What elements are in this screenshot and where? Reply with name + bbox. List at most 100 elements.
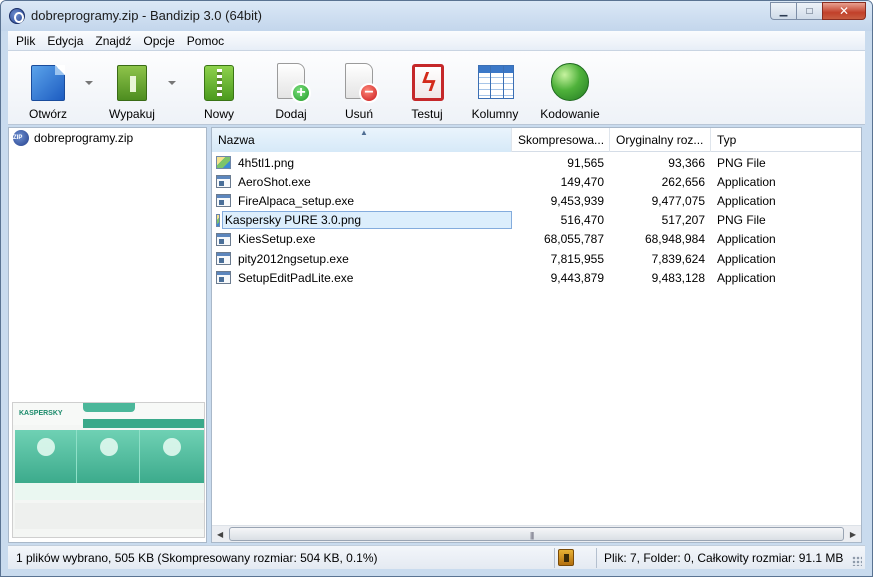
cell-name: Kaspersky PURE 3.0.png <box>212 211 512 230</box>
cell-compressed-size: 516,470 <box>560 213 604 228</box>
image-preview-thumbnail: KASPERSKY <box>12 402 205 538</box>
file-name: KiesSetup.exe <box>238 232 316 247</box>
file-list-pane: Nazwa Skompresowa... Oryginalny roz... T… <box>211 127 862 543</box>
open-button[interactable]: Otwórz <box>22 51 74 125</box>
cell-compressed-size: 7,815,955 <box>550 251 604 266</box>
cell-original-size: 68,948,984 <box>644 232 705 247</box>
sort-ascending-icon: ▲ <box>360 128 368 137</box>
table-row[interactable]: 4h5tl1.png 91,565 93,366 PNG File <box>212 153 861 172</box>
open-folder-icon <box>28 61 68 103</box>
main-window: dobreprogramy.zip - Bandizip 3.0 (64bit)… <box>0 0 873 577</box>
caption-buttons: ▁ □ ✕ <box>770 2 866 20</box>
new-archive-icon <box>199 61 239 103</box>
test-button[interactable]: Testuj <box>405 51 449 125</box>
cell-original-size: 262,656 <box>661 174 705 189</box>
toolbar: Otwórz Wypakuj Nowy + Dodaj − Usuń Testu… <box>8 51 865 125</box>
cell-type: Application <box>717 251 776 266</box>
png-file-icon <box>216 156 231 170</box>
file-name: 4h5tl1.png <box>238 155 295 170</box>
cell-compressed-size: 9,453,939 <box>550 193 604 208</box>
cell-original-size: 93,366 <box>668 155 705 170</box>
extract-button[interactable]: Wypakuj <box>104 51 160 125</box>
cell-compressed-size: 91,565 <box>567 155 604 170</box>
extract-dropdown-arrow-icon[interactable] <box>168 81 176 85</box>
table-row[interactable]: AeroShot.exe 149,470 262,656 Application <box>212 172 861 191</box>
menu-bar: Plik Edycja Znajdź Opcje Pomoc <box>8 31 865 51</box>
exe-file-icon <box>216 271 231 285</box>
extract-archive-icon <box>112 61 152 103</box>
encoding-label: Kodowanie <box>540 107 600 121</box>
table-row[interactable]: FireAlpaca_setup.exe 9,453,939 9,477,075 Ap… <box>212 191 861 210</box>
column-header-type[interactable]: Typ <box>711 128 861 152</box>
add-file-icon: + <box>271 61 311 103</box>
columns-label: Kolumny <box>471 107 519 121</box>
cell-name: AeroShot.exe <box>212 174 512 190</box>
menu-pomoc[interactable]: Pomoc <box>181 34 230 48</box>
columns-button[interactable]: Kolumny <box>468 51 522 125</box>
globe-icon <box>550 61 590 103</box>
title-bar[interactable]: dobreprogramy.zip - Bandizip 3.0 (64bit)… <box>1 1 872 31</box>
column-header-compressed[interactable]: Skompresowa... <box>512 128 610 152</box>
new-label: Nowy <box>203 107 234 121</box>
window-title: dobreprogramy.zip - Bandizip 3.0 (64bit) <box>31 8 262 23</box>
exe-file-icon <box>216 194 231 208</box>
file-name: pity2012ngsetup.exe <box>238 251 349 266</box>
open-dropdown-arrow-icon[interactable] <box>85 81 93 85</box>
menu-opcje[interactable]: Opcje <box>137 34 180 48</box>
exe-file-icon <box>216 252 231 266</box>
add-button[interactable]: + Dodaj <box>270 51 312 125</box>
add-label: Dodaj <box>275 107 307 121</box>
encoding-button[interactable]: Kodowanie <box>538 51 602 125</box>
cell-original-size: 9,477,075 <box>651 193 705 208</box>
open-label: Otwórz <box>28 107 67 121</box>
scroll-right-icon[interactable]: ▶ <box>850 530 856 539</box>
cell-name: pity2012ngsetup.exe <box>212 251 512 267</box>
cell-compressed-size: 9,443,879 <box>550 270 604 285</box>
exe-file-icon <box>216 175 231 189</box>
table-row[interactable]: pity2012ngsetup.exe 7,815,955 7,839,624 App… <box>212 249 861 268</box>
maximize-button[interactable]: □ <box>796 2 822 20</box>
close-button[interactable]: ✕ <box>822 2 866 20</box>
scroll-left-icon[interactable]: ◀ <box>217 530 223 539</box>
extract-label: Wypakuj <box>109 107 155 121</box>
png-file-icon <box>216 213 220 227</box>
table-row[interactable]: SetupEditPadLite.exe 9,443,879 9,483,128 Ap… <box>212 268 861 287</box>
scrollbar-thumb[interactable]: ||| <box>229 527 844 541</box>
columns-icon <box>475 61 515 103</box>
minimize-button[interactable]: ▁ <box>770 2 796 20</box>
cell-original-size: 9,483,128 <box>651 270 705 285</box>
exe-file-icon <box>216 232 231 246</box>
resize-grip-icon[interactable] <box>852 556 862 566</box>
file-name: AeroShot.exe <box>238 174 311 189</box>
bandizip-app-icon[interactable] <box>9 8 25 24</box>
menu-znajdz[interactable]: Znajdź <box>89 34 137 48</box>
file-name: SetupEditPadLite.exe <box>238 270 354 285</box>
cell-compressed-size: 149,470 <box>560 174 604 189</box>
tree-item-archive-root[interactable]: dobreprogramy.zip <box>13 129 133 147</box>
cell-compressed-size: 68,055,787 <box>543 232 604 247</box>
cell-type: PNG File <box>717 213 766 228</box>
archive-status-icon <box>558 549 574 566</box>
menu-plik[interactable]: Plik <box>10 34 41 48</box>
cell-type: Application <box>717 174 776 189</box>
cell-type: Application <box>717 193 776 208</box>
tree-item-label: dobreprogramy.zip <box>34 131 134 145</box>
new-button[interactable]: Nowy <box>198 51 240 125</box>
column-header-original[interactable]: Oryginalny roz... <box>610 128 711 152</box>
zip-archive-icon <box>13 130 29 146</box>
table-row[interactable]: Kaspersky PURE 3.0.png 516,470 517,207 PNG … <box>212 211 861 230</box>
cell-name: SetupEditPadLite.exe <box>212 270 512 286</box>
cell-type: PNG File <box>717 155 766 170</box>
delete-button[interactable]: − Usuń <box>338 51 380 125</box>
file-name: FireAlpaca_setup.exe <box>238 193 355 208</box>
menu-edycja[interactable]: Edycja <box>41 34 89 48</box>
folder-tree-pane: dobreprogramy.zip KASPERSKY <box>8 127 207 543</box>
cell-name: 4h5tl1.png <box>212 155 512 171</box>
file-rows: 4h5tl1.png 91,565 93,366 PNG File AeroShot.e… <box>212 153 861 287</box>
horizontal-scrollbar[interactable]: ◀ ||| ▶ <box>212 525 861 542</box>
test-archive-icon <box>407 61 447 103</box>
column-headers: Nazwa Skompresowa... Oryginalny roz... T… <box>212 128 861 152</box>
cell-name: KiesSetup.exe <box>212 231 512 247</box>
table-row[interactable]: KiesSetup.exe 68,055,787 68,948,984 Applica… <box>212 230 861 249</box>
cell-original-size: 517,207 <box>661 213 705 228</box>
